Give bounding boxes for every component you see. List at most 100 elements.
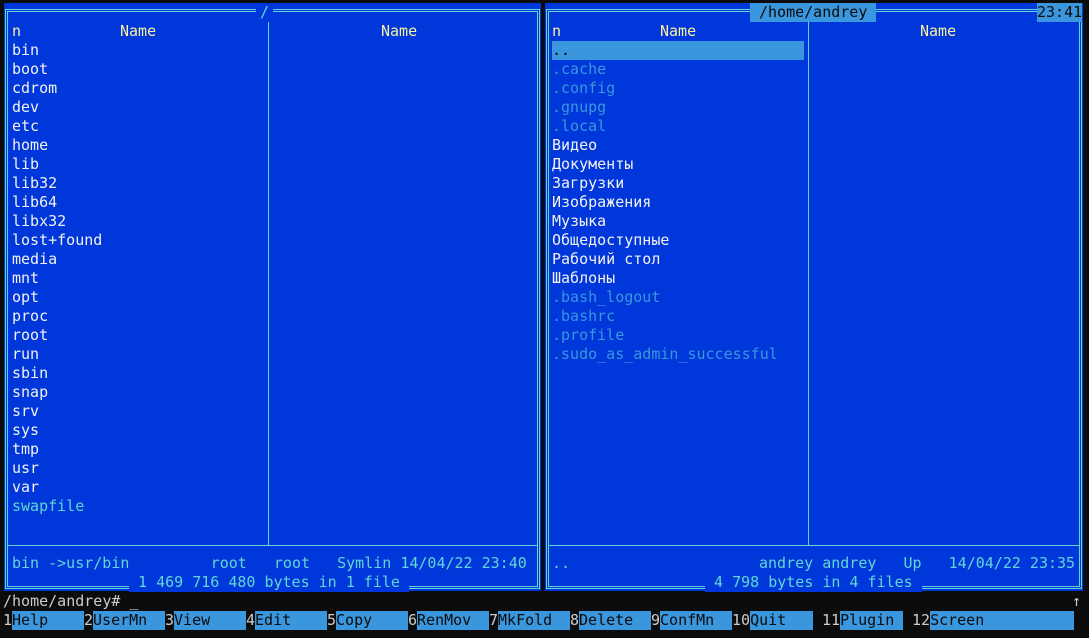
file-item[interactable]: boot xyxy=(12,60,48,79)
right-panel-path: /home/andrey xyxy=(750,3,877,22)
column-header-name[interactable]: Name xyxy=(660,22,696,41)
column-header-n[interactable]: n xyxy=(552,22,561,41)
fkey-view[interactable]: 3View xyxy=(165,611,247,630)
file-item[interactable]: lib64 xyxy=(12,193,57,212)
file-item[interactable]: run xyxy=(12,345,39,364)
fkey-number: 9 xyxy=(651,611,661,629)
left-panel-path: / xyxy=(256,3,274,22)
fkey-copy[interactable]: 5Copy xyxy=(327,611,409,630)
function-key-bar: 1Help 2UserMn 3View 4Edit 5Copy 6RenMov 7MkFol… xyxy=(0,611,1089,630)
fkey-quit[interactable]: 10Quit xyxy=(732,611,814,630)
column-divider xyxy=(268,22,269,545)
fkey-label: Copy xyxy=(336,611,409,630)
fkey-label: Delete xyxy=(579,611,652,630)
column-header-name[interactable]: Name xyxy=(381,22,417,41)
fkey-number: 4 xyxy=(246,611,256,629)
fkey-screen[interactable]: 12Screen xyxy=(912,611,1075,630)
file-item[interactable]: bin xyxy=(12,41,39,60)
file-item[interactable]: var xyxy=(12,478,39,497)
fkey-label: Edit xyxy=(255,611,328,630)
fkey-number: 5 xyxy=(327,611,337,629)
fkey-number: 3 xyxy=(165,611,175,629)
file-item[interactable]: Рабочий стол xyxy=(552,250,660,269)
fkey-number: 6 xyxy=(408,611,418,629)
file-item[interactable]: .bashrc xyxy=(552,307,615,326)
fkey-label: RenMov xyxy=(417,611,490,630)
info-separator xyxy=(549,545,1079,546)
fkey-usermn[interactable]: 2UserMn xyxy=(84,611,166,630)
panel-total: 4 798 bytes in 4 files xyxy=(705,573,922,592)
fkey-number: 12 xyxy=(912,611,931,629)
file-item[interactable]: usr xyxy=(12,459,39,478)
left-panel-frame xyxy=(5,9,540,589)
file-item[interactable]: .. xyxy=(552,41,804,60)
file-item[interactable]: .cache xyxy=(552,60,606,79)
file-item[interactable]: Видео xyxy=(552,136,597,155)
file-item[interactable]: libx32 xyxy=(12,212,66,231)
fkey-number: 10 xyxy=(732,611,751,629)
fkey-number: 11 xyxy=(822,611,841,629)
fkey-number: 1 xyxy=(3,611,13,629)
fkey-label: ConfMn xyxy=(660,611,733,630)
scroll-up-icon[interactable]: ↑ xyxy=(1072,592,1081,611)
file-item[interactable]: etc xyxy=(12,117,39,136)
file-item[interactable]: Шаблоны xyxy=(552,269,615,288)
column-header-name[interactable]: Name xyxy=(920,22,956,41)
left-panel[interactable]: / n Name Name bin boot cdrom dev etc home lib l… xyxy=(4,3,541,592)
file-item[interactable]: root xyxy=(12,326,48,345)
fkey-number: 2 xyxy=(84,611,94,629)
file-item[interactable]: dev xyxy=(12,98,39,117)
file-item[interactable]: .config xyxy=(552,79,615,98)
file-item[interactable]: Документы xyxy=(552,155,633,174)
fkey-edit[interactable]: 4Edit xyxy=(246,611,328,630)
fkey-mkfold[interactable]: 7MkFold xyxy=(489,611,571,630)
file-item[interactable]: .profile xyxy=(552,326,624,345)
fkey-confmn[interactable]: 9ConfMn xyxy=(651,611,733,630)
fkey-label: Screen xyxy=(930,611,1075,630)
fkey-renmov[interactable]: 6RenMov xyxy=(408,611,490,630)
file-item[interactable]: media xyxy=(12,250,57,269)
file-item[interactable]: mnt xyxy=(12,269,39,288)
info-separator xyxy=(8,545,537,546)
fkey-label: MkFold xyxy=(498,611,571,630)
file-item[interactable]: Изображения xyxy=(552,193,651,212)
file-item[interactable]: cdrom xyxy=(12,79,57,98)
file-item[interactable]: swapfile xyxy=(12,497,84,516)
right-panel[interactable]: /home/andrey 23:41 n Name Name .. .cache.… xyxy=(545,3,1083,592)
file-item[interactable]: Музыка xyxy=(552,212,606,231)
file-item[interactable]: snap xyxy=(12,383,48,402)
fkey-label: Plugin xyxy=(840,611,904,630)
file-item[interactable]: lib32 xyxy=(12,174,57,193)
file-item[interactable]: lost+found xyxy=(12,231,102,250)
file-item[interactable]: .sudo_as_admin_successful xyxy=(552,345,778,364)
file-item[interactable]: .bash_logout xyxy=(552,288,660,307)
file-item[interactable]: proc xyxy=(12,307,48,326)
command-line[interactable]: /home/andrey# _ xyxy=(3,592,138,611)
column-header-n[interactable]: n xyxy=(12,22,21,41)
file-item[interactable]: .local xyxy=(552,117,606,136)
fkey-number: 8 xyxy=(570,611,580,629)
column-divider xyxy=(808,22,809,545)
file-item[interactable]: .gnupg xyxy=(552,98,606,117)
file-item[interactable]: sbin xyxy=(12,364,48,383)
file-item[interactable]: home xyxy=(12,136,48,155)
fkey-label: View xyxy=(174,611,247,630)
file-item[interactable]: tmp xyxy=(12,440,39,459)
fkey-delete[interactable]: 8Delete xyxy=(570,611,652,630)
file-item[interactable]: sys xyxy=(12,421,39,440)
fkey-label: UserMn xyxy=(93,611,166,630)
clock: 23:41 xyxy=(1037,3,1083,22)
fkey-label: Quit xyxy=(750,611,814,630)
fkey-plugin[interactable]: 11Plugin xyxy=(822,611,904,630)
file-info-name: .. xyxy=(552,554,571,572)
file-info: bin ->usr/bin root root Symlin 14/04/22 … xyxy=(12,554,527,572)
fkey-label: Help xyxy=(12,611,85,630)
fkey-help[interactable]: 1Help xyxy=(3,611,85,630)
file-item[interactable]: Общедоступные xyxy=(552,231,669,250)
column-header-name[interactable]: Name xyxy=(120,22,156,41)
file-item[interactable]: opt xyxy=(12,288,39,307)
file-item[interactable]: lib xyxy=(12,155,39,174)
file-info: andrey andrey Up 14/04/22 23:35 xyxy=(759,554,1076,572)
file-item[interactable]: srv xyxy=(12,402,39,421)
file-item[interactable]: Загрузки xyxy=(552,174,624,193)
